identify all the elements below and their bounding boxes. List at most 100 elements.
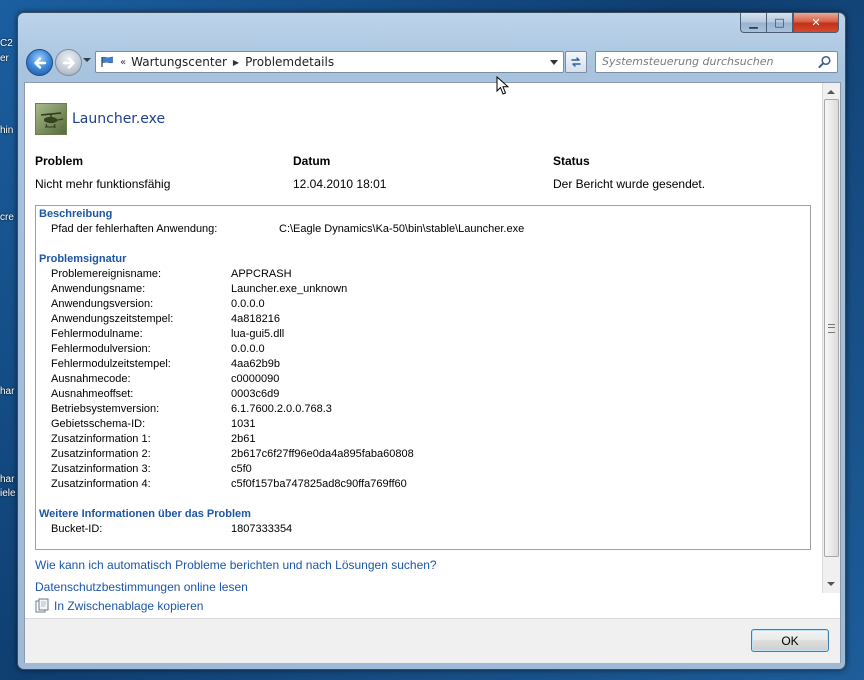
detail-value: 0.0.0.0 [231,298,265,310]
detail-row: Zusatzinformation 4: c5f0f157ba747825ad8c… [51,477,791,492]
forward-button[interactable] [55,49,82,76]
detail-key: Bucket-ID: [51,523,103,535]
detail-key: Zusatzinformation 1: [51,433,151,445]
header-problem: Problem [35,154,84,168]
section-beschreibung: Beschreibung [39,208,113,220]
detail-row: Zusatzinformation 1: 2b61 [51,432,791,447]
detail-key: Betriebsystemversion: [51,403,160,415]
breadcrumb-problemdetails[interactable]: Problemdetails [245,55,334,69]
window-controls: ▁ □ ✕ [740,13,839,33]
detail-value: c0000090 [231,373,280,385]
search-box [595,51,838,73]
detail-value: c5f0 [231,463,252,475]
search-input[interactable] [596,52,814,70]
detail-row: Anwendungszeitstempel: 4a818216 [51,312,791,327]
desktop-icon-label[interactable]: cre [0,212,14,224]
detail-value: 0003c6d9 [231,388,280,400]
breadcrumb-separator-icon[interactable]: ▶ [233,58,239,67]
detail-row: Fehlermodulversion: 0.0.0.0 [51,342,791,357]
search-icon[interactable] [818,55,832,69]
close-button[interactable]: ✕ [793,13,839,33]
app-icon [35,103,67,135]
detail-value: 1807333354 [231,523,293,535]
clipboard-copy-icon [35,598,49,613]
detail-key: Ausnahmecode: [51,373,131,385]
detail-row: Zusatzinformation 2: 2b617c6f27ff96e0da4a… [51,447,791,462]
breadcrumb-overflow-icon[interactable]: « [120,57,126,68]
value-problem: Nicht mehr funktionsfähig [35,177,171,191]
detail-key: Anwendungszeitstempel: [51,313,174,325]
detail-row: Anwendungsversion: 0.0.0.0 [51,297,791,312]
vertical-scrollbar[interactable] [822,83,840,593]
copy-to-clipboard-link[interactable]: In Zwischenablage kopieren [35,598,203,613]
privacy-link[interactable]: Datenschutzbestimmungen online lesen [35,580,248,594]
scroll-up-icon[interactable] [827,90,835,94]
arrow-right-icon [62,56,75,69]
detail-row: Anwendungsname: Launcher.exe_unknown [51,282,791,297]
detail-value: APPCRASH [231,268,292,280]
minimize-button[interactable]: ▁ [740,13,766,33]
value-status: Der Bericht wurde gesendet. [553,177,706,191]
copy-link-label: In Zwischenablage kopieren [54,598,204,613]
detail-value: 0.0.0.0 [231,343,265,355]
scroll-down-icon[interactable] [827,582,835,586]
detail-row: Ausnahmeoffset: 0003c6d9 [51,387,791,402]
detail-key: Anwendungsversion: [51,298,154,310]
desktop-icon-label[interactable]: er [0,53,9,65]
desktop-icon-label[interactable]: har [0,474,14,486]
detail-key: Zusatzinformation 3: [51,463,151,475]
scroll-thumb[interactable] [824,99,839,557]
dialog-footer: OK [25,618,840,663]
detail-key: Fehlermodulname: [51,328,143,340]
section-problemsignatur: Problemsignatur [39,253,127,265]
detail-key: Pfad der fehlerhaften Anwendung: [51,223,218,235]
detail-value: 2b61 [231,433,256,445]
breadcrumb-wartungscenter[interactable]: Wartungscenter [131,55,227,69]
action-center-flag-icon [101,56,113,67]
content-pane: Launcher.exe Problem Datum Status Nicht … [24,82,841,663]
header-datum: Datum [293,154,331,168]
address-bar[interactable]: « Wartungscenter ▶ Problemdetails [95,51,564,73]
detail-value: Launcher.exe_unknown [231,283,348,295]
desktop-icon-label[interactable]: iele [0,488,16,500]
detail-key: Zusatzinformation 4: [51,478,151,490]
detail-key: Fehlermodulversion: [51,343,151,355]
detail-value: 2b617c6f27ff96e0da4a895faba60808 [231,448,414,460]
header-status: Status [553,154,590,168]
refresh-button[interactable] [565,51,587,73]
detail-key: Anwendungsname: [51,283,146,295]
app-title: Launcher.exe [72,111,166,127]
detail-row: Problemereignisname: APPCRASH [51,267,791,282]
detail-key: Zusatzinformation 2: [51,448,151,460]
detail-value: lua-gui5.dll [231,328,285,340]
detail-row: Zusatzinformation 3: c5f0 [51,462,791,477]
detail-value: 1031 [231,418,256,430]
detail-key: Fehlermodulzeitstempel: [51,358,171,370]
desktop-icon-label[interactable]: har [0,386,14,398]
detail-row: Betriebsystemversion: 6.1.7600.2.0.0.768.… [51,402,791,417]
problem-details-window: ▁ □ ✕ « Wartungscenter ▶ Problemdetails [17,12,846,670]
details-box: Beschreibung Pfad der fehlerhaften Anwen… [35,205,811,550]
scroll-grip-icon [828,324,835,333]
back-button[interactable] [26,49,53,76]
detail-value: 6.1.7600.2.0.0.768.3 [231,403,332,415]
auto-report-link[interactable]: Wie kann ich automatisch Probleme berich… [35,558,437,572]
detail-row: Fehlermodulname: lua-gui5.dll [51,327,791,342]
detail-row: Fehlermodulzeitstempel: 4aa62b9b [51,357,791,372]
helicopter-icon [40,112,64,128]
detail-key: Gebietsschema-ID: [51,418,146,430]
detail-row: Ausnahmecode: c0000090 [51,372,791,387]
detail-value: 4aa62b9b [231,358,280,370]
desktop-icon-label[interactable]: C2 [0,38,13,50]
detail-key: Problemereignisname: [51,268,162,280]
detail-row: Bucket-ID: 1807333354 [51,522,791,537]
arrow-left-icon [33,56,46,69]
desktop-icon-label[interactable]: hin [0,125,13,137]
recent-pages-dropdown[interactable] [83,58,91,62]
detail-row: Pfad der fehlerhaften Anwendung: C:\Eagl… [51,222,791,237]
maximize-button[interactable]: □ [766,13,793,33]
detail-value: c5f0f157ba747825ad8c90ffa769ff60 [231,478,407,490]
ok-button[interactable]: OK [751,629,829,652]
mouse-cursor-icon [496,76,509,95]
address-dropdown-icon[interactable] [550,59,558,65]
